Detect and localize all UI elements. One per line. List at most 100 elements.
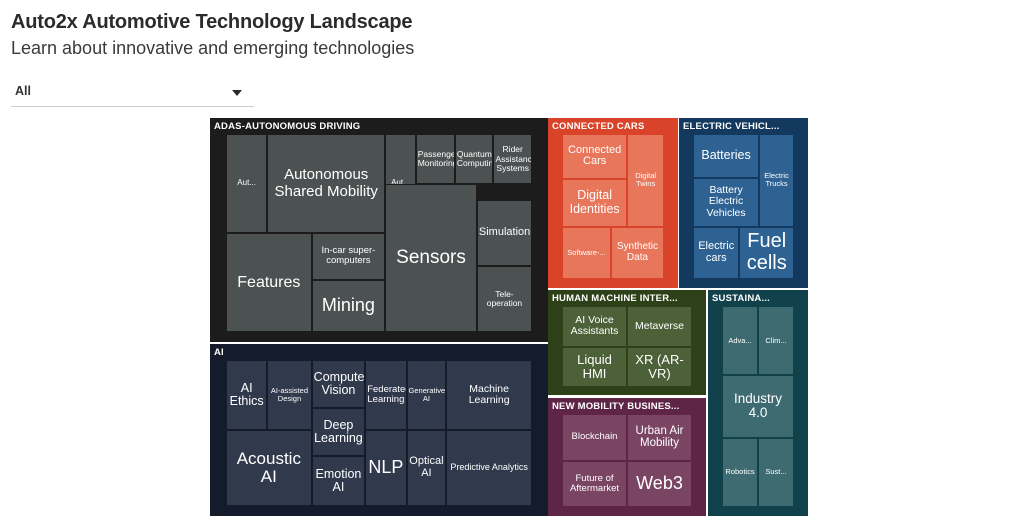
- treemap-tile[interactable]: Features: [226, 233, 312, 332]
- treemap-tile[interactable]: Predictive Analytics: [446, 430, 532, 506]
- treemap-tile[interactable]: AI Ethics: [226, 360, 268, 431]
- treemap-tile-label: Deep Learning: [314, 417, 363, 446]
- treemap-tile[interactable]: Electric cars: [693, 226, 740, 279]
- treemap-tile[interactable]: Clim...: [758, 306, 794, 376]
- treemap-tile-label: Digital Twins: [635, 171, 657, 189]
- page-title: Auto2x Automotive Technology Landscape: [11, 11, 413, 33]
- treemap-tile-label: Metaverse: [634, 319, 685, 332]
- treemap-tile-label: Liquid HMI: [577, 351, 612, 381]
- treemap-group-connected-cars[interactable]: CONNECTED CARS Connected Cars Digital Iden…: [548, 118, 678, 288]
- treemap-tile[interactable]: Sust...: [758, 437, 794, 507]
- treemap-tile-label: Sust...: [765, 467, 787, 477]
- treemap-tile[interactable]: Computer Vision: [311, 360, 366, 409]
- treemap-tiles-adas: Aut... Autonomous Shared Mobility Aut... Pa…: [226, 134, 532, 332]
- treemap-tile-label: In-car super-computers: [321, 245, 376, 267]
- treemap-group-title-electric-vehicles: ELECTRIC VEHICL...: [683, 121, 780, 132]
- treemap-tile[interactable]: Software-...: [562, 226, 611, 279]
- treemap-tile[interactable]: Mining: [311, 279, 386, 332]
- treemap-tile[interactable]: Optical AI: [406, 430, 447, 506]
- treemap-tile[interactable]: Deep Learning: [311, 408, 366, 457]
- treemap-tile[interactable]: Batteries: [693, 134, 760, 178]
- treemap-tile[interactable]: Digital Twins: [627, 134, 664, 227]
- treemap-tile[interactable]: Synthetic Data: [610, 226, 664, 279]
- treemap-tile[interactable]: Sensors: [385, 184, 477, 332]
- treemap-tile[interactable]: Emotion AI: [311, 456, 366, 506]
- treemap-tile[interactable]: NLP: [365, 430, 407, 506]
- treemap-tile-label: Clim...: [765, 335, 787, 345]
- treemap-tile-label: Emotion AI: [315, 466, 362, 495]
- treemap-tile-label: Adva...: [728, 335, 752, 345]
- treemap-tile[interactable]: Simulation: [476, 200, 532, 266]
- treemap-tile[interactable]: AI-assisted Design: [267, 360, 312, 431]
- treemap-tile[interactable]: Robotics: [722, 437, 758, 507]
- treemap-tile[interactable]: AI Voice Assistants: [562, 306, 627, 347]
- chevron-down-icon[interactable]: [232, 90, 242, 96]
- treemap-tile-label: Simulation: [478, 226, 531, 239]
- treemap-tile-label: AI Ethics: [229, 380, 264, 409]
- treemap-tile-label: Features: [237, 273, 301, 291]
- treemap-group-sustainability[interactable]: SUSTAINA... Adva... Clim... Industry 4.0 Rob…: [708, 290, 808, 516]
- treemap-tile[interactable]: Blockchain: [562, 414, 627, 461]
- treemap-tile[interactable]: Liquid HMI: [562, 346, 627, 387]
- treemap-tiles-ai: AI Ethics AI-assisted Design Acoustic AI Co…: [226, 360, 532, 506]
- treemap-tiles-new-mobility: Blockchain Urban Air Mobility Future of Af…: [562, 414, 692, 507]
- treemap-tile[interactable]: Industry 4.0: [722, 375, 794, 438]
- treemap-tiles-connected-cars: Connected Cars Digital Identities Digital …: [562, 134, 664, 279]
- treemap-tile-label: Predictive Analytics: [450, 462, 528, 473]
- page-subtitle: Learn about innovative and emerging tech…: [11, 38, 415, 58]
- treemap-group-title-adas: ADAS-AUTONOMOUS DRIVING: [214, 121, 361, 132]
- treemap-group-title-new-mobility: NEW MOBILITY BUSINES...: [552, 401, 680, 412]
- treemap-page: Auto2x Automotive Technology Landscape L…: [0, 0, 1020, 527]
- treemap-tile-label: Quantum Computing: [456, 149, 494, 169]
- treemap-tile-label: Passenger Monitoring: [417, 149, 455, 169]
- treemap-group-adas[interactable]: ADAS-AUTONOMOUS DRIVING Aut... Autonomous …: [210, 118, 548, 342]
- treemap-tile[interactable]: Future of Aftermarket: [562, 460, 627, 507]
- treemap-tile[interactable]: Aut...: [226, 134, 268, 233]
- treemap-group-title-ai: AI: [214, 347, 224, 358]
- treemap-tile-label: XR (AR-VR): [635, 351, 684, 381]
- treemap-tile[interactable]: Connected Cars: [562, 134, 628, 179]
- treemap-tile[interactable]: Fuel cells: [739, 226, 794, 279]
- treemap-group-new-mobility[interactable]: NEW MOBILITY BUSINES... Blockchain Urban A…: [548, 398, 706, 516]
- treemap-tile[interactable]: Adva...: [722, 306, 758, 376]
- treemap-tile-label: Blockchain: [571, 431, 618, 443]
- treemap-group-electric-vehicles[interactable]: ELECTRIC VEHICL... Batteries Battery Elect…: [679, 118, 808, 288]
- treemap-tile-label: Sensors: [396, 246, 466, 268]
- treemap-tile-label: Electric Trucks: [764, 171, 789, 189]
- treemap-tile[interactable]: XR (AR-VR): [627, 346, 692, 387]
- treemap-tile[interactable]: Passenger Monitoring: [415, 134, 455, 185]
- treemap-tile[interactable]: Electric Trucks: [759, 134, 794, 227]
- treemap-tile[interactable]: Web3: [627, 460, 692, 507]
- treemap-tile-label: Tele-operation: [486, 288, 523, 308]
- treemap-tile[interactable]: Machine Learning: [446, 360, 532, 431]
- treemap-tile-label: Battery Electric Vehicles: [706, 184, 746, 219]
- treemap-tile[interactable]: Rider Assistance Systems: [493, 134, 532, 185]
- treemap-tile-label: Software-...: [567, 247, 606, 257]
- treemap-tile[interactable]: Autonomous Shared Mobility: [267, 134, 386, 233]
- category-filter-value: All: [15, 84, 31, 98]
- treemap-tile-label: Robotics: [725, 467, 755, 477]
- treemap-tile[interactable]: Federated Learning: [365, 360, 407, 431]
- treemap-tile[interactable]: Urban Air Mobility: [627, 414, 692, 461]
- treemap-tile[interactable]: Metaverse: [627, 306, 692, 347]
- treemap-tile[interactable]: Digital Identities: [562, 178, 628, 227]
- treemap-tile-label: Acoustic AI: [236, 448, 301, 487]
- treemap-tile-label: Computer Vision: [313, 369, 366, 398]
- treemap-tile-label: Electric cars: [698, 240, 735, 264]
- treemap-group-title-sustainability: SUSTAINA...: [712, 293, 770, 304]
- treemap-group-ai[interactable]: AI AI Ethics AI-assisted Design Acoustic AI…: [210, 344, 548, 516]
- treemap-tile[interactable]: Acoustic AI: [226, 430, 312, 506]
- treemap-tile[interactable]: Quantum Computing: [454, 134, 494, 185]
- treemap-tile[interactable]: Tele-operation: [476, 265, 532, 332]
- treemap-tile-label: Generative AI: [408, 385, 446, 404]
- treemap-tile[interactable]: Battery Electric Vehicles: [693, 177, 760, 227]
- treemap-tile-label: Rider Assistance Systems: [495, 144, 532, 173]
- treemap-tiles-electric-vehicles: Batteries Battery Electric Vehicles Electr…: [693, 134, 794, 279]
- treemap-tile[interactable]: In-car super-computers: [311, 233, 386, 280]
- treemap-tile[interactable]: Generative AI: [406, 360, 447, 431]
- treemap-tiles-sustainability: Adva... Clim... Industry 4.0 Robotics Sust..…: [722, 306, 794, 507]
- treemap-tile-label: Optical AI: [409, 455, 444, 480]
- treemap-group-hmi[interactable]: HUMAN MACHINE INTER... AI Voice Assistant…: [548, 290, 706, 395]
- category-filter-dropdown[interactable]: All: [11, 80, 254, 107]
- treemap-tile-label: Urban Air Mobility: [635, 424, 684, 450]
